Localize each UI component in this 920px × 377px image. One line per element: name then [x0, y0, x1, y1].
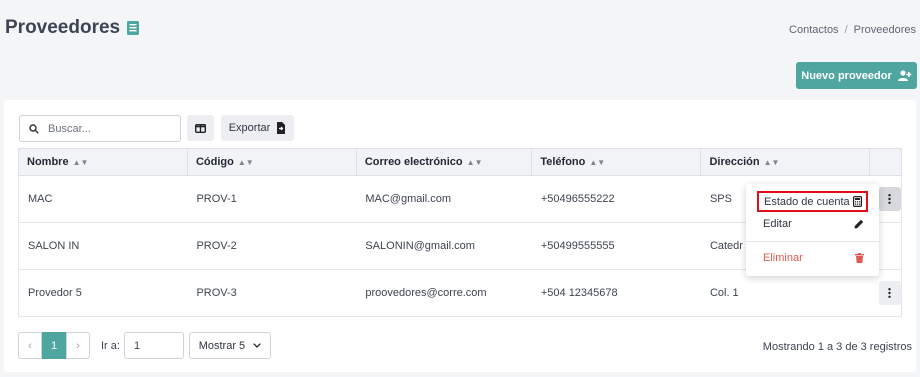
cell-codigo: PROV-2	[187, 222, 357, 270]
menu-item-label: Eliminar	[763, 252, 803, 264]
suppliers-card: Exportar Nombre▲▼ Código▲▼ Correo electr…	[4, 100, 916, 372]
menu-item-edit[interactable]: Editar	[746, 213, 879, 235]
new-supplier-label: Nuevo proveedor	[801, 69, 892, 82]
page-header: Proveedores Contactos / Proveedores Nuev…	[0, 0, 920, 100]
page-1-button[interactable]: 1	[42, 332, 66, 359]
columns-toggle-button[interactable]	[187, 115, 214, 141]
search-input[interactable]	[48, 122, 168, 135]
cell-codigo: PROV-1	[187, 175, 357, 223]
page-title-text: Proveedores	[5, 17, 121, 38]
search-icon	[29, 123, 39, 134]
goto-label: Ir a:	[101, 339, 120, 352]
add-user-icon	[897, 70, 912, 81]
cell-direccion: Col. 1	[700, 269, 870, 317]
cell-actions	[869, 269, 902, 317]
menu-item-account-statement[interactable]: Estado de cuenta	[757, 191, 868, 212]
sort-icon: ▲▼	[763, 158, 780, 167]
next-page-button[interactable]: ›	[66, 332, 90, 359]
table-header-row: Nombre ▲▼ Código ▲▼ Correo electrónico ▲▼ T…	[18, 148, 902, 176]
pencil-icon	[854, 219, 864, 229]
kebab-menu-icon	[888, 194, 892, 204]
breadcrumb: Contactos / Proveedores	[789, 24, 916, 36]
cell-nombre: SALON IN	[18, 222, 188, 270]
cell-nombre: MAC	[18, 175, 188, 223]
breadcrumb-separator: /	[844, 24, 848, 36]
cell-telefono: +504 12345678	[531, 269, 701, 317]
chevron-down-icon	[253, 343, 261, 348]
menu-item-label: Editar	[763, 218, 792, 230]
prev-page-button[interactable]: ‹	[18, 332, 42, 359]
file-export-icon	[277, 122, 286, 134]
row-actions-button[interactable]	[878, 281, 901, 305]
menu-item-delete[interactable]: Eliminar	[746, 247, 879, 269]
sort-icon: ▲▼	[237, 158, 254, 167]
pagination: ‹ 1 › Ir a: Mostrar 5	[18, 332, 271, 359]
cell-codigo: PROV-3	[187, 269, 357, 317]
column-header-correo[interactable]: Correo electrónico ▲▼	[355, 148, 533, 176]
export-label: Exportar	[228, 122, 271, 134]
column-header-nombre[interactable]: Nombre ▲▼	[18, 148, 188, 176]
cell-telefono: +50499555555	[531, 222, 701, 270]
table-row[interactable]: Provedor 5 PROV-3 proovedores@corre.com …	[18, 269, 902, 317]
cell-nombre: Provedor 5	[18, 269, 188, 317]
page-title: Proveedores	[5, 17, 140, 39]
sort-icon: ▲▼	[589, 158, 606, 167]
breadcrumb-proveedores: Proveedores	[853, 24, 916, 36]
column-header-direccion[interactable]: Dirección ▲▼	[700, 148, 871, 176]
search-box[interactable]	[19, 115, 181, 142]
export-button[interactable]: Exportar	[221, 115, 294, 141]
menu-item-label: Estado de cuenta	[764, 195, 850, 208]
page-size-select[interactable]: Mostrar 5	[188, 332, 271, 359]
row-actions-menu: Estado de cuenta Editar Eliminar	[746, 184, 879, 276]
kebab-menu-icon	[888, 288, 892, 298]
records-summary: Mostrando 1 a 3 de 3 registros	[762, 341, 912, 353]
page-size-label: Mostrar 5	[198, 339, 246, 352]
cell-correo: SALONIN@gmail.com	[356, 222, 532, 270]
calculator-icon	[853, 196, 862, 207]
column-header-telefono[interactable]: Teléfono ▲▼	[531, 148, 702, 176]
new-supplier-button[interactable]: Nuevo proveedor	[796, 62, 917, 89]
menu-divider	[746, 241, 879, 242]
cell-telefono: +50496555222	[531, 175, 701, 223]
cell-correo: proovedores@corre.com	[356, 269, 532, 317]
cell-correo: MAC@gmail.com	[356, 175, 532, 223]
sort-icon: ▲▼	[466, 158, 483, 167]
column-header-codigo[interactable]: Código ▲▼	[186, 148, 357, 176]
goto-page-input[interactable]	[123, 332, 184, 359]
row-actions-button[interactable]	[878, 187, 901, 211]
columns-icon	[195, 123, 206, 133]
trash-icon	[855, 253, 864, 263]
breadcrumb-contactos[interactable]: Contactos	[789, 24, 839, 36]
column-header-actions	[869, 148, 902, 176]
address-book-icon	[127, 21, 140, 35]
sort-icon: ▲▼	[72, 158, 89, 167]
